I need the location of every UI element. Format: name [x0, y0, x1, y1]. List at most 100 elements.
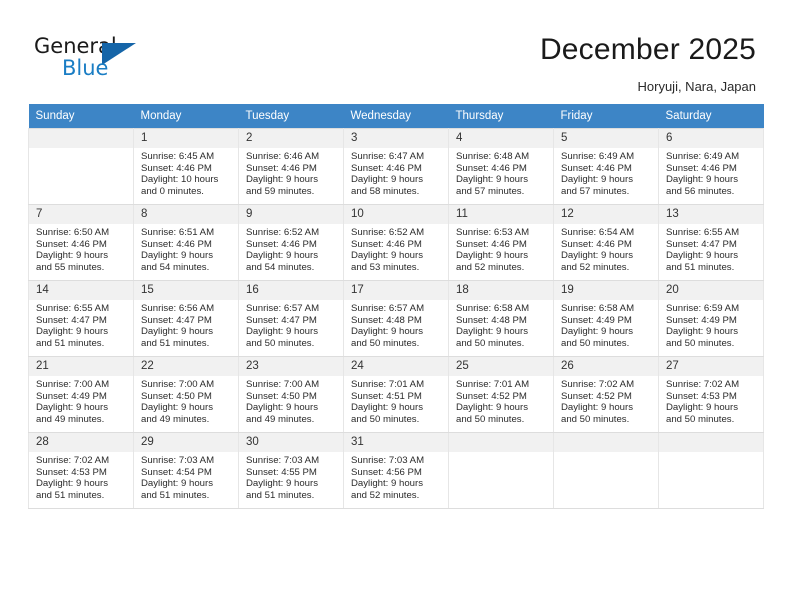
- sunset-text: Sunset: 4:50 PM: [141, 390, 212, 402]
- day-number: 24: [344, 357, 448, 376]
- calendar-day-cell[interactable]: 19 Sunrise: 6:58 AM Sunset: 4:49 PM Dayligh…: [553, 280, 659, 357]
- daylight-text: Daylight: 9 hours: [561, 402, 633, 414]
- day-number: 30: [239, 433, 343, 452]
- daylight-text: and 50 minutes.: [666, 413, 735, 425]
- calendar-day-cell[interactable]: 3 Sunrise: 6:47 AM Sunset: 4:46 PM Daylight…: [343, 128, 449, 205]
- calendar-day-cell[interactable]: 11 Sunrise: 6:53 AM Sunset: 4:46 PM Dayligh…: [448, 204, 554, 281]
- day-sun-info: Sunrise: 6:51 AM Sunset: 4:46 PM Daylight:…: [134, 224, 238, 273]
- calendar-day-cell[interactable]: 5 Sunrise: 6:49 AM Sunset: 4:46 PM Daylight…: [553, 128, 659, 205]
- day-number: [659, 433, 763, 452]
- calendar-day-cell[interactable]: 20 Sunrise: 6:59 AM Sunset: 4:49 PM Dayligh…: [658, 280, 764, 357]
- day-number: 15: [134, 281, 238, 300]
- calendar-day-cell[interactable]: 26 Sunrise: 7:02 AM Sunset: 4:52 PM Dayligh…: [553, 356, 659, 433]
- sunset-text: Sunset: 4:49 PM: [666, 314, 737, 326]
- day-sun-info: Sunrise: 7:01 AM Sunset: 4:52 PM Daylight:…: [449, 376, 553, 425]
- calendar-day-cell[interactable]: 23 Sunrise: 7:00 AM Sunset: 4:50 PM Dayligh…: [238, 356, 344, 433]
- day-sun-info: Sunrise: 6:49 AM Sunset: 4:46 PM Daylight:…: [554, 148, 658, 197]
- calendar-day-cell[interactable]: 30 Sunrise: 7:03 AM Sunset: 4:55 PM Dayligh…: [238, 432, 344, 509]
- day-sun-info: Sunrise: 7:03 AM Sunset: 4:55 PM Daylight:…: [239, 452, 343, 501]
- daylight-text: and 49 minutes.: [36, 413, 105, 425]
- sunrise-text: Sunrise: 6:53 AM: [456, 227, 530, 238]
- sunset-text: Sunset: 4:46 PM: [456, 238, 527, 250]
- daylight-text: and 54 minutes.: [246, 261, 315, 273]
- daylight-text: and 51 minutes.: [666, 261, 735, 273]
- day-sun-info: Sunrise: 6:56 AM Sunset: 4:47 PM Daylight:…: [134, 300, 238, 349]
- daylight-text: Daylight: 10 hours: [141, 174, 219, 186]
- sunset-text: Sunset: 4:49 PM: [36, 390, 107, 402]
- sunset-text: Sunset: 4:52 PM: [456, 390, 527, 402]
- general-blue-logo[interactable]: General Blue: [34, 34, 164, 86]
- calendar-day-cell[interactable]: 21 Sunrise: 7:00 AM Sunset: 4:49 PM Dayligh…: [28, 356, 134, 433]
- daylight-text: and 50 minutes.: [456, 413, 525, 425]
- sunset-text: Sunset: 4:46 PM: [351, 162, 422, 174]
- sunset-text: Sunset: 4:46 PM: [246, 162, 317, 174]
- calendar-day-cell[interactable]: 27 Sunrise: 7:02 AM Sunset: 4:53 PM Dayligh…: [658, 356, 764, 433]
- daylight-text: and 0 minutes.: [141, 185, 204, 197]
- day-sun-info: Sunrise: 7:01 AM Sunset: 4:51 PM Daylight:…: [344, 376, 448, 425]
- calendar-day-cell[interactable]: 17 Sunrise: 6:57 AM Sunset: 4:48 PM Dayligh…: [343, 280, 449, 357]
- day-sun-info: Sunrise: 6:57 AM Sunset: 4:47 PM Daylight:…: [239, 300, 343, 349]
- daylight-text: Daylight: 9 hours: [246, 174, 318, 186]
- calendar-day-cell[interactable]: 8 Sunrise: 6:51 AM Sunset: 4:46 PM Daylight…: [133, 204, 239, 281]
- day-number: 20: [659, 281, 763, 300]
- logo-word-blue: Blue: [62, 56, 109, 80]
- calendar-day-cell[interactable]: 1 Sunrise: 6:45 AM Sunset: 4:46 PM Daylight…: [133, 128, 239, 205]
- sunrise-text: Sunrise: 6:46 AM: [246, 151, 320, 162]
- calendar-day-cell[interactable]: 4 Sunrise: 6:48 AM Sunset: 4:46 PM Daylight…: [448, 128, 554, 205]
- daylight-text: Daylight: 9 hours: [666, 174, 738, 186]
- calendar-week-row: 14 Sunrise: 6:55 AM Sunset: 4:47 PM Dayligh…: [28, 280, 764, 357]
- day-number: 26: [554, 357, 658, 376]
- calendar-day-cell[interactable]: 29 Sunrise: 7:03 AM Sunset: 4:54 PM Dayligh…: [133, 432, 239, 509]
- calendar-day-cell[interactable]: 7 Sunrise: 6:50 AM Sunset: 4:46 PM Daylight…: [28, 204, 134, 281]
- day-number: [554, 433, 658, 452]
- daylight-text: and 52 minutes.: [351, 489, 420, 501]
- calendar-day-cell[interactable]: 16 Sunrise: 6:57 AM Sunset: 4:47 PM Dayligh…: [238, 280, 344, 357]
- sunset-text: Sunset: 4:46 PM: [561, 238, 632, 250]
- daylight-text: Daylight: 9 hours: [561, 174, 633, 186]
- calendar-day-cell[interactable]: 28 Sunrise: 7:02 AM Sunset: 4:53 PM Dayligh…: [28, 432, 134, 509]
- calendar-day-cell[interactable]: 18 Sunrise: 6:58 AM Sunset: 4:48 PM Dayligh…: [448, 280, 554, 357]
- daylight-text: and 49 minutes.: [246, 413, 315, 425]
- day-sun-info: Sunrise: 6:45 AM Sunset: 4:46 PM Daylight:…: [134, 148, 238, 197]
- daylight-text: Daylight: 9 hours: [456, 402, 528, 414]
- daylight-text: Daylight: 9 hours: [351, 326, 423, 338]
- sunrise-text: Sunrise: 6:52 AM: [351, 227, 425, 238]
- daylight-text: Daylight: 9 hours: [351, 402, 423, 414]
- day-number: 18: [449, 281, 553, 300]
- calendar-week-row: 1 Sunrise: 6:45 AM Sunset: 4:46 PM Daylight…: [28, 128, 764, 205]
- sunrise-text: Sunrise: 7:02 AM: [36, 455, 110, 466]
- sunset-text: Sunset: 4:47 PM: [36, 314, 107, 326]
- daylight-text: and 58 minutes.: [351, 185, 420, 197]
- daylight-text: Daylight: 9 hours: [456, 174, 528, 186]
- daylight-text: Daylight: 9 hours: [36, 402, 108, 414]
- calendar-day-cell[interactable]: 6 Sunrise: 6:49 AM Sunset: 4:46 PM Daylight…: [658, 128, 764, 205]
- daylight-text: Daylight: 9 hours: [141, 326, 213, 338]
- sunrise-text: Sunrise: 6:55 AM: [666, 227, 740, 238]
- calendar-day-cell[interactable]: 2 Sunrise: 6:46 AM Sunset: 4:46 PM Daylight…: [238, 128, 344, 205]
- sunset-text: Sunset: 4:53 PM: [36, 466, 107, 478]
- calendar-day-cell[interactable]: 13 Sunrise: 6:55 AM Sunset: 4:47 PM Dayligh…: [658, 204, 764, 281]
- calendar-day-cell[interactable]: 15 Sunrise: 6:56 AM Sunset: 4:47 PM Dayligh…: [133, 280, 239, 357]
- sunrise-text: Sunrise: 6:52 AM: [246, 227, 320, 238]
- day-sun-info: Sunrise: 7:00 AM Sunset: 4:50 PM Daylight:…: [134, 376, 238, 425]
- calendar-day-cell[interactable]: 25 Sunrise: 7:01 AM Sunset: 4:52 PM Dayligh…: [448, 356, 554, 433]
- calendar-day-cell[interactable]: 9 Sunrise: 6:52 AM Sunset: 4:46 PM Daylight…: [238, 204, 344, 281]
- calendar-day-cell[interactable]: 10 Sunrise: 6:52 AM Sunset: 4:46 PM Dayligh…: [343, 204, 449, 281]
- daylight-text: and 55 minutes.: [36, 261, 105, 273]
- day-sun-info: Sunrise: 6:55 AM Sunset: 4:47 PM Daylight:…: [659, 224, 763, 273]
- daylight-text: and 51 minutes.: [141, 337, 210, 349]
- calendar-day-cell[interactable]: 14 Sunrise: 6:55 AM Sunset: 4:47 PM Dayligh…: [28, 280, 134, 357]
- calendar-week-row: 28 Sunrise: 7:02 AM Sunset: 4:53 PM Dayligh…: [28, 432, 764, 509]
- calendar-day-cell[interactable]: 31 Sunrise: 7:03 AM Sunset: 4:56 PM Dayligh…: [343, 432, 449, 509]
- daylight-text: Daylight: 9 hours: [456, 326, 528, 338]
- calendar-day-cell[interactable]: 22 Sunrise: 7:00 AM Sunset: 4:50 PM Dayligh…: [133, 356, 239, 433]
- daylight-text: Daylight: 9 hours: [36, 326, 108, 338]
- calendar-day-cell[interactable]: 24 Sunrise: 7:01 AM Sunset: 4:51 PM Dayligh…: [343, 356, 449, 433]
- sunrise-text: Sunrise: 7:03 AM: [141, 455, 215, 466]
- day-sun-info: Sunrise: 6:59 AM Sunset: 4:49 PM Daylight:…: [659, 300, 763, 349]
- calendar-day-cell[interactable]: 12 Sunrise: 6:54 AM Sunset: 4:46 PM Dayligh…: [553, 204, 659, 281]
- day-number: 19: [554, 281, 658, 300]
- daylight-text: and 51 minutes.: [36, 337, 105, 349]
- page-title: December 2025: [539, 33, 756, 66]
- daylight-text: Daylight: 9 hours: [561, 326, 633, 338]
